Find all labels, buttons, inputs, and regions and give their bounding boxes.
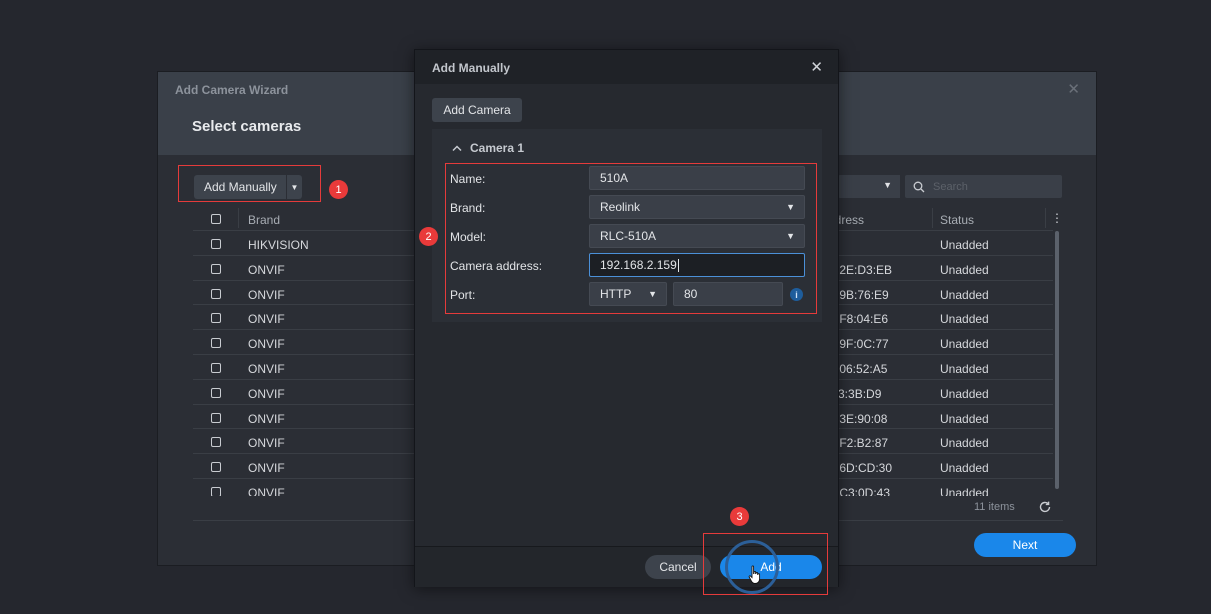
items-count: 11 items <box>974 501 1015 513</box>
cell-brand: ONVIF <box>248 287 285 302</box>
cell-brand: ONVIF <box>248 386 285 401</box>
camera-section-header[interactable]: Camera 1 <box>452 141 524 155</box>
cell-status: Unadded <box>940 411 989 426</box>
cell-brand: ONVIF <box>248 337 285 352</box>
add-manually-dialog: Add Manually ✕ Add Camera Camera 1 Name:… <box>414 49 839 594</box>
cell-status: Unadded <box>940 386 989 401</box>
close-icon[interactable]: ✕ <box>810 58 823 76</box>
search-box[interactable]: Search <box>905 175 1062 198</box>
camera-section-title: Camera 1 <box>470 141 525 155</box>
cell-brand: ONVIF <box>248 312 285 327</box>
column-status[interactable]: Status <box>940 213 974 227</box>
chevron-up-icon <box>452 145 462 152</box>
row-checkbox[interactable] <box>211 338 221 349</box>
step-highlight-add-manually <box>178 165 321 202</box>
wizard-title: Add Camera Wizard <box>175 83 289 97</box>
cell-brand: ONVIF <box>248 436 285 451</box>
cell-status: Unadded <box>940 436 989 451</box>
cell-status: Unadded <box>940 287 989 302</box>
cell-status: Unadded <box>940 312 989 327</box>
row-checkbox[interactable] <box>211 239 221 249</box>
page-title: Select cameras <box>192 118 302 135</box>
step-highlight-add <box>703 533 828 595</box>
row-checkbox[interactable] <box>211 313 221 324</box>
column-brand[interactable]: Brand <box>248 213 280 227</box>
select-all-checkbox[interactable] <box>211 214 221 224</box>
search-icon <box>913 181 925 192</box>
row-checkbox[interactable] <box>211 487 221 496</box>
step-badge-1: 1 <box>329 180 348 199</box>
row-checkbox[interactable] <box>211 363 221 373</box>
cell-brand: HIKVISION <box>248 238 309 252</box>
cancel-button[interactable]: Cancel <box>645 555 711 579</box>
chevron-down-icon: ▼ <box>883 180 892 190</box>
dialog-header: Add Manually ✕ <box>415 50 838 84</box>
cell-status: Unadded <box>940 461 989 476</box>
add-camera-button[interactable]: Add Camera <box>432 98 522 122</box>
row-checkbox[interactable] <box>211 437 221 448</box>
cell-brand: ONVIF <box>248 262 285 277</box>
close-icon[interactable]: ✕ <box>1067 80 1080 98</box>
row-checkbox[interactable] <box>211 263 221 274</box>
cell-status: Unadded <box>940 486 989 496</box>
step-badge-3: 3 <box>730 507 749 526</box>
cell-status: Unadded <box>940 262 989 277</box>
cell-brand: ONVIF <box>248 486 285 496</box>
row-checkbox[interactable] <box>211 288 221 299</box>
search-input[interactable]: Search <box>933 181 968 193</box>
row-checkbox[interactable] <box>211 462 221 473</box>
column-divider <box>932 208 933 228</box>
step-badge-2: 2 <box>419 227 438 246</box>
column-divider <box>1045 208 1046 228</box>
dialog-title: Add Manually <box>432 61 511 75</box>
filter-select[interactable]: ▼ <box>838 175 900 198</box>
table-scrollbar[interactable] <box>1055 231 1059 489</box>
next-button[interactable]: Next <box>974 533 1076 557</box>
menu-dots-icon[interactable]: ⋮ <box>1051 211 1063 225</box>
cell-brand: ONVIF <box>248 362 285 376</box>
row-checkbox[interactable] <box>211 412 221 423</box>
row-checkbox[interactable] <box>211 387 221 398</box>
cell-brand: ONVIF <box>248 461 285 476</box>
cell-status: Unadded <box>940 362 989 376</box>
cell-status: Unadded <box>940 238 989 252</box>
step-highlight-fields <box>445 163 817 314</box>
column-divider <box>238 208 239 228</box>
cell-brand: ONVIF <box>248 411 285 426</box>
refresh-icon[interactable] <box>1038 500 1052 514</box>
cell-status: Unadded <box>940 337 989 352</box>
